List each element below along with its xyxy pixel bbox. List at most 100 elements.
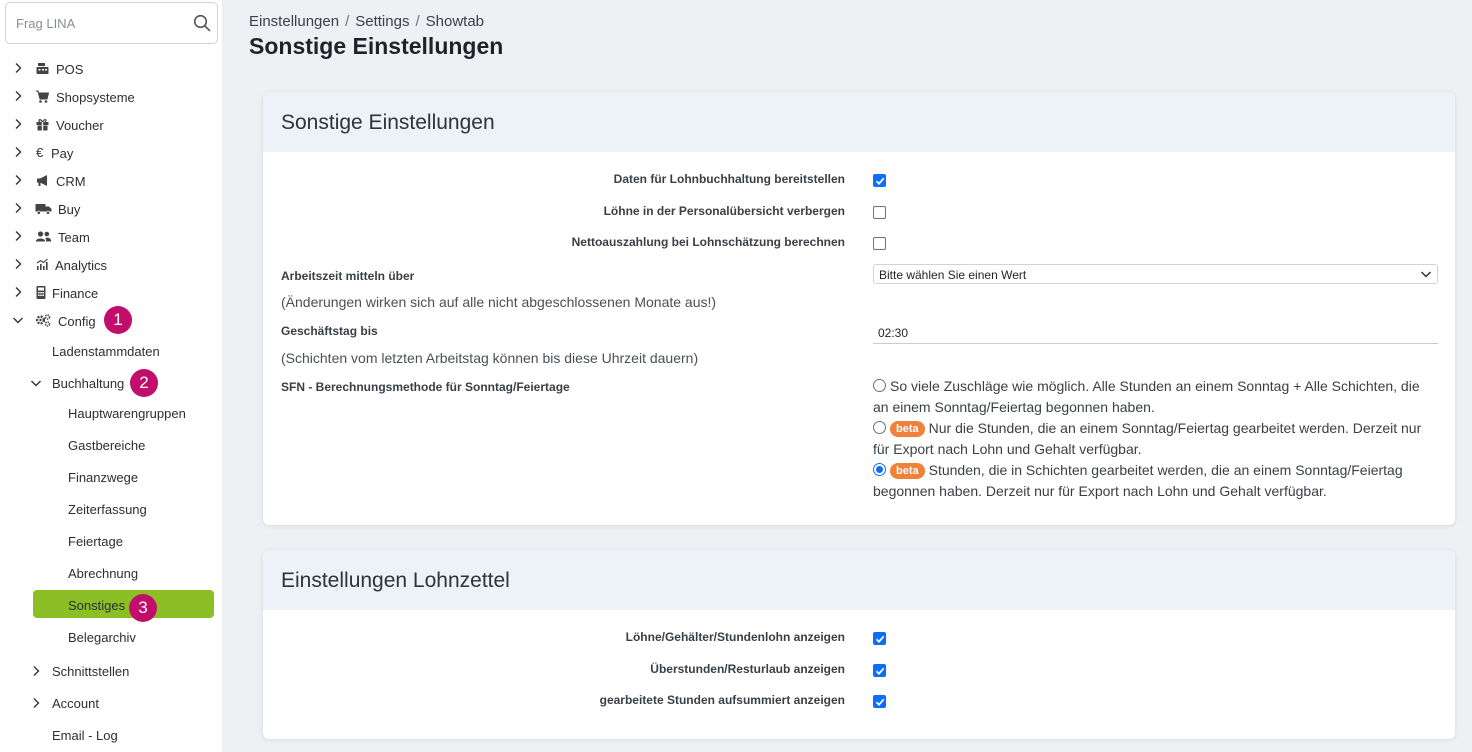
label-ueberstunden: Überstunden/Resturlaub anzeigen [650, 662, 845, 676]
hint-arbeitszeit: (Änderungen wirken sich auf alle nicht a… [281, 294, 717, 310]
chevron-right-icon [15, 287, 22, 297]
cash-register-icon [36, 63, 49, 74]
search-input[interactable] [6, 3, 186, 43]
card-title: Einstellungen Lohnzettel [263, 550, 1455, 610]
annotation-badge-1: 1 [104, 306, 132, 334]
chevron-down-icon [1420, 271, 1432, 278]
breadcrumb-item: Showtab [425, 13, 484, 30]
chevron-down-icon [31, 380, 41, 387]
sidebar-item-label: POS [56, 62, 84, 77]
chevron-right-icon [15, 91, 22, 101]
sidebar-item-label: Analytics [55, 258, 108, 273]
sidebar-item-sonstiges[interactable]: Sonstiges [33, 590, 214, 618]
hint-geschaeftstag: (Schichten vom letzten Arbeitstag können… [281, 350, 699, 366]
breadcrumb: Einstellungen / Settings / Showtab [249, 13, 484, 30]
sidebar-item-shopsysteme[interactable]: Shopsysteme [0, 85, 222, 109]
sidebar-item-label: Ladenstammdaten [52, 344, 160, 359]
radio-button[interactable] [873, 379, 886, 392]
users-icon [35, 231, 52, 242]
radio-text: Stunden, die in Schichten gearbeitet wer… [873, 462, 1403, 499]
sidebar-item-label: Abrechnung [68, 566, 139, 581]
sidebar-item-schnittstellen[interactable]: Schnittstellen [30, 659, 170, 683]
radio-button-selected[interactable] [873, 463, 886, 476]
chevron-right-icon [15, 147, 22, 157]
sidebar-item-label: Hauptwarengruppen [68, 406, 186, 421]
radio-text: Nur die Stunden, die an einem Sonntag/Fe… [873, 420, 1422, 457]
sidebar-item-label: Buy [58, 202, 81, 217]
sidebar-item-voucher[interactable]: Voucher [0, 113, 222, 137]
checkbox-ueberstunden[interactable] [873, 664, 886, 677]
label-loehne-verbergen: Löhne in der Personalübersicht verbergen [603, 204, 845, 218]
breadcrumb-item[interactable]: Einstellungen [249, 13, 339, 30]
megaphone-icon [37, 175, 47, 186]
sidebar-item-label: Buchhaltung [52, 376, 125, 391]
beta-badge: beta [890, 421, 925, 437]
check-icon [875, 177, 885, 186]
label-lohnbuchhaltung: Daten für Lohnbuchhaltung bereitstellen [613, 172, 845, 186]
card-title: Sonstige Einstellungen [263, 92, 1455, 152]
select-arbeitszeit[interactable]: Bitte wählen Sie einen Wert [873, 264, 1438, 284]
label-sfn: SFN - Berechnungsmethode für Sonntag/Fei… [281, 380, 570, 394]
sidebar-item-finance[interactable]: Finance [0, 281, 222, 305]
radio-option-3[interactable]: beta Stunden, die in Schichten gearbeitet… [873, 460, 1438, 502]
search-box [5, 2, 218, 44]
sidebar-item-label: Feiertage [68, 534, 123, 549]
sidebar-item-label: Email - Log [52, 728, 118, 743]
chevron-right-icon [15, 63, 22, 73]
radio-option-1[interactable]: So viele Zuschläge wie möglich. Alle Stu… [873, 376, 1438, 418]
check-icon [875, 635, 885, 644]
annotation-badge-3: 3 [129, 594, 157, 622]
label-geschaeftstag: Geschäftstag bis [281, 324, 378, 338]
checkbox-loehne-anzeigen[interactable] [873, 632, 886, 645]
sidebar-item-label: CRM [56, 174, 86, 189]
chevron-right-icon [15, 175, 22, 185]
label-loehne-anzeigen: Löhne/Gehälter/Stundenlohn anzeigen [625, 630, 845, 644]
radio-text: So viele Zuschläge wie möglich. Alle Stu… [873, 378, 1420, 415]
gears-icon [35, 314, 51, 327]
sidebar-item-label: Finance [52, 286, 99, 301]
sidebar-item-analytics[interactable]: Analytics [0, 253, 222, 277]
sidebar-item-crm[interactable]: CRM [0, 169, 222, 193]
card-einstellungen-lohnzettel: Einstellungen Lohnzettel Löhne/Gehälter/… [263, 550, 1455, 739]
checkbox-lohnbuchhaltung[interactable] [873, 174, 886, 187]
sidebar-item-account[interactable]: Account [30, 691, 170, 715]
checkbox-loehne-verbergen[interactable] [873, 206, 886, 219]
label-arbeitszeit: Arbeitszeit mitteln über [281, 269, 415, 283]
sidebar-item-team[interactable]: Team [0, 225, 222, 249]
sidebar-item-label: Shopsysteme [56, 90, 135, 105]
label-nettoauszahlung: Nettoauszahlung bei Lohnschätzung berech… [571, 235, 845, 249]
chevron-right-icon [15, 259, 22, 269]
sidebar-item-label: Config [58, 314, 96, 329]
chart-icon [36, 258, 48, 270]
sidebar-item-label: Schnittstellen [52, 664, 130, 679]
annotation-badge-2: 2 [130, 369, 158, 397]
chevron-right-icon [33, 698, 40, 708]
sidebar-item-label: Sonstiges [68, 598, 126, 613]
beta-badge: beta [890, 463, 925, 479]
chevron-right-icon [15, 231, 22, 241]
breadcrumb-separator: / [415, 13, 420, 30]
check-icon [875, 698, 885, 707]
sidebar-item-label: Gastbereiche [68, 438, 146, 453]
sidebar-item-buy[interactable]: Buy [0, 197, 222, 221]
sidebar-item-label: Finanzwege [68, 470, 139, 485]
chevron-right-icon [15, 119, 22, 129]
sidebar-item-label: Pay [51, 146, 74, 161]
truck-icon [35, 204, 52, 215]
time-input-geschaeftstag[interactable]: 02:30 [873, 322, 1438, 344]
chevron-right-icon [15, 203, 22, 213]
sidebar-item-pay[interactable]: € Pay [0, 141, 222, 165]
euro-icon: € [36, 145, 44, 160]
chevron-right-icon [33, 666, 40, 676]
sidebar-item-pos[interactable]: POS [0, 57, 222, 81]
radio-option-2[interactable]: beta Nur die Stunden, die an einem Sonnta… [873, 418, 1438, 460]
sidebar-item-label: Account [52, 696, 99, 711]
checkbox-gearbeitete-stunden[interactable] [873, 695, 886, 708]
radio-button[interactable] [873, 421, 886, 434]
breadcrumb-separator: / [345, 13, 350, 30]
search-icon[interactable] [193, 14, 211, 32]
checkbox-nettoauszahlung[interactable] [873, 237, 886, 250]
breadcrumb-item[interactable]: Settings [355, 13, 409, 30]
check-icon [875, 667, 885, 676]
sidebar-item-label: Zeiterfassung [68, 502, 147, 517]
